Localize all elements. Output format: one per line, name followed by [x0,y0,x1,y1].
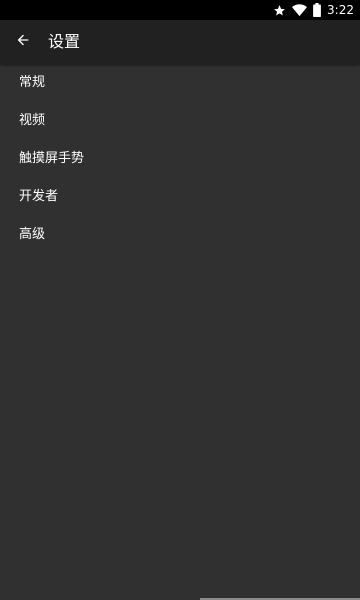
status-time: 3:22 [327,3,354,17]
arrow-back-icon [15,32,31,52]
settings-item-video[interactable]: 视频 [0,102,360,140]
star-icon [273,4,286,17]
status-bar: 3:22 [0,0,360,20]
settings-item-developer[interactable]: 开发者 [0,178,360,216]
page-title: 设置 [48,32,81,51]
wifi-icon [292,3,308,17]
settings-item-advanced[interactable]: 高级 [0,216,360,254]
settings-item-touch-gestures[interactable]: 触摸屏手势 [0,140,360,178]
settings-list: 常规 视频 触摸屏手势 开发者 高级 [0,64,360,254]
settings-item-general[interactable]: 常规 [0,64,360,102]
status-icons: 3:22 [273,0,354,20]
toolbar: 设置 [0,20,360,64]
battery-icon [313,3,321,17]
back-button[interactable] [9,28,37,56]
